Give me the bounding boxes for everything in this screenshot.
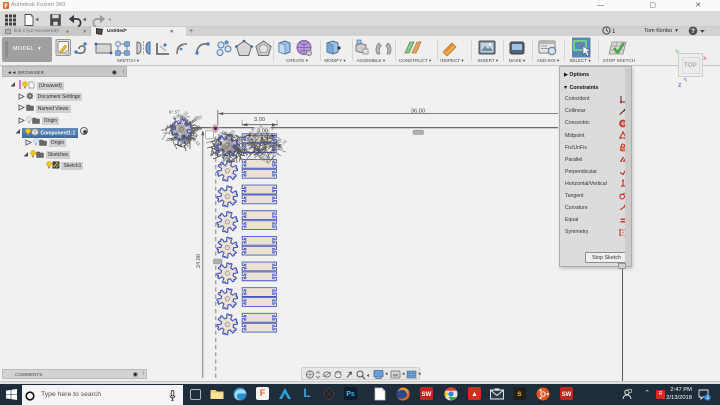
svg-text:R0.25: R0.25 [191, 114, 203, 124]
svg-text:z: z [678, 82, 682, 89]
svg-text:x: x [703, 55, 707, 62]
svg-text:1: 1 [612, 29, 616, 35]
svg-text:24.00: 24.00 [196, 254, 202, 268]
svg-text:36.00: 36.00 [411, 108, 426, 114]
svg-text:?: ? [691, 28, 695, 35]
svg-text:tP..57: tP..57 [169, 110, 180, 115]
svg-text:3.00: 3.00 [257, 128, 268, 134]
svg-text:3.00: 3.00 [254, 117, 265, 123]
svg-text:4: 4 [706, 396, 709, 401]
